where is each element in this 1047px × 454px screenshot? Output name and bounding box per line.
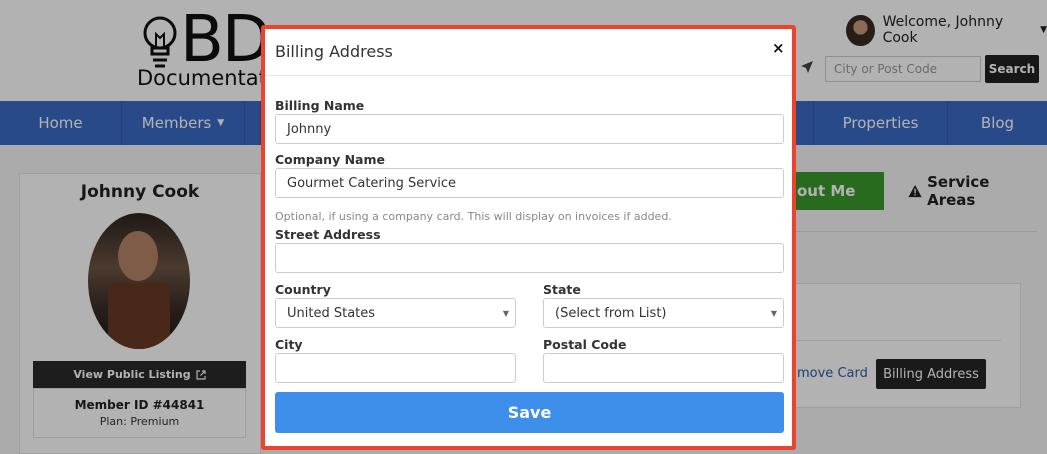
state-select-value: (Select from List) xyxy=(555,305,667,321)
company-name-label: Company Name xyxy=(275,152,385,167)
city-label: City xyxy=(275,337,303,352)
state-label: State xyxy=(543,282,581,297)
postal-code-field[interactable] xyxy=(543,353,784,383)
billing-address-modal: Billing Address × Billing Name Johnny Co… xyxy=(261,25,796,450)
billing-name-label: Billing Name xyxy=(275,98,365,113)
postal-code-label: Postal Code xyxy=(543,337,627,352)
company-name-field[interactable]: Gourmet Catering Service xyxy=(275,168,784,198)
city-field[interactable] xyxy=(275,353,516,383)
modal-title: Billing Address xyxy=(275,42,393,61)
state-select[interactable]: (Select from List) ▼ xyxy=(543,298,784,328)
street-address-label: Street Address xyxy=(275,227,381,242)
modal-header: Billing Address × xyxy=(265,29,792,76)
street-address-field[interactable] xyxy=(275,243,784,273)
country-select[interactable]: United States ▼ xyxy=(275,298,516,328)
country-select-value: United States xyxy=(287,305,376,321)
company-help-text: Optional, if using a company card. This … xyxy=(275,210,672,223)
chevron-down-icon: ▼ xyxy=(770,309,777,318)
save-button[interactable]: Save xyxy=(275,392,784,433)
country-label: Country xyxy=(275,282,331,297)
billing-name-field[interactable]: Johnny xyxy=(275,114,784,144)
close-icon[interactable]: × xyxy=(772,39,785,57)
chevron-down-icon: ▼ xyxy=(502,309,509,318)
